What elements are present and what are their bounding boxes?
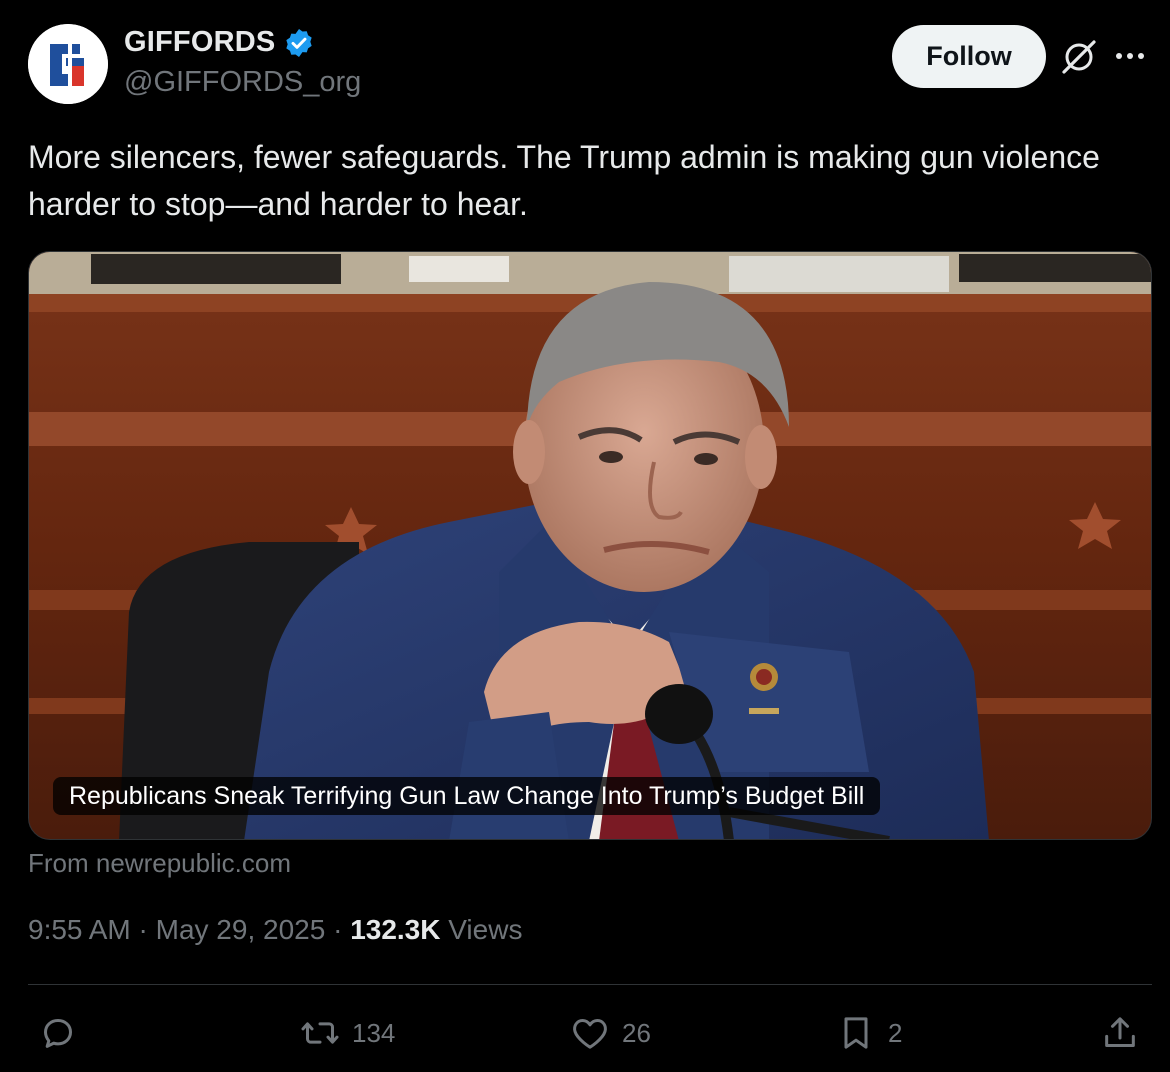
share-icon <box>1105 1017 1135 1047</box>
link-source[interactable]: From newrepublic.com <box>28 848 291 879</box>
tweet-meta: 9:55 AM · May 29, 2025 · 132.3K Views <box>28 914 522 946</box>
repost-button[interactable]: 134 <box>300 1010 395 1056</box>
display-name[interactable]: GIFFORDS <box>124 26 275 59</box>
tweet-date[interactable]: May 29, 2025 <box>156 914 326 945</box>
tweet-time[interactable]: 9:55 AM <box>28 914 131 945</box>
hearing-photo <box>29 252 1151 839</box>
author-name-row[interactable]: GIFFORDS <box>124 26 315 59</box>
like-count: 26 <box>622 1017 651 1048</box>
link-card-image[interactable]: Republicans Sneak Terrifying Gun Law Cha… <box>28 251 1152 840</box>
more-options-icon[interactable] <box>1116 48 1152 64</box>
reply-button[interactable] <box>38 1010 78 1056</box>
avatar[interactable] <box>28 24 108 104</box>
views-label: Views <box>448 914 523 945</box>
bookmark-count: 2 <box>888 1017 903 1048</box>
grok-icon[interactable] <box>1060 38 1098 76</box>
giffords-logo-icon <box>28 24 108 104</box>
bookmark-button[interactable]: 2 <box>836 1010 902 1056</box>
reply-icon <box>44 1019 72 1048</box>
verified-badge-icon <box>286 28 313 57</box>
repost-count: 134 <box>352 1017 396 1048</box>
views-count: 132.3K <box>350 914 441 945</box>
divider <box>28 984 1152 985</box>
like-button[interactable]: 26 <box>570 1010 651 1056</box>
share-button[interactable] <box>1100 1010 1140 1056</box>
follow-button[interactable]: Follow <box>892 25 1046 88</box>
meta-separator: · <box>138 914 148 945</box>
tweet-text: More silencers, fewer safeguards. The Tr… <box>28 139 1100 222</box>
author-handle[interactable]: @GIFFORDS_org <box>124 66 361 99</box>
meta-separator: · <box>333 914 343 945</box>
link-card-headline[interactable]: Republicans Sneak Terrifying Gun Law Cha… <box>53 777 881 815</box>
heart-icon <box>573 1019 607 1049</box>
bookmark-icon <box>844 1017 868 1049</box>
repost-icon <box>301 1022 339 1044</box>
